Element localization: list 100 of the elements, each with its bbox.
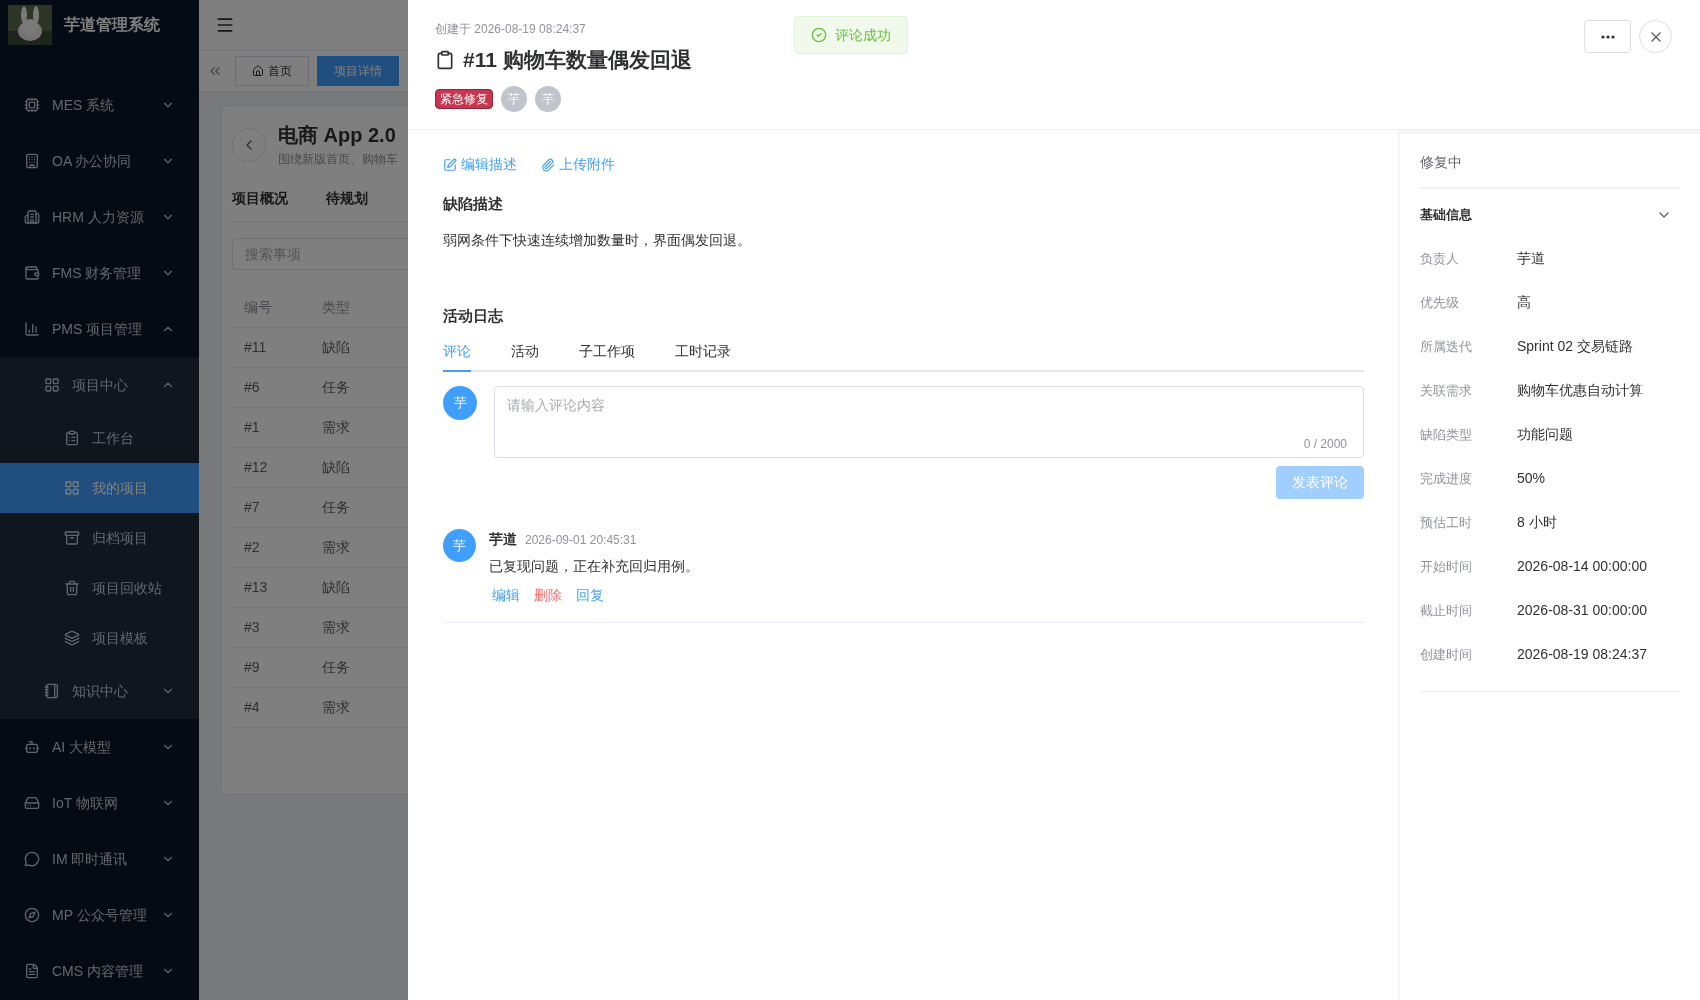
- comment-action-link[interactable]: 回复: [576, 585, 604, 606]
- table-cell-text: 任务: [322, 498, 350, 517]
- section-heading: 缺陷描述: [443, 194, 504, 214]
- menu-item[interactable]: HRM 人力资源: [0, 189, 199, 245]
- field-label: 负责人: [1420, 249, 1460, 268]
- field-label: 完成进度: [1420, 469, 1473, 488]
- char-counter: 0 / 2000: [1303, 436, 1347, 453]
- table-cell-text: #9: [243, 658, 261, 677]
- table-cell-text: 需求: [322, 698, 350, 717]
- activity-tab[interactable]: 评论: [443, 341, 471, 372]
- table-cell-text: #6: [243, 378, 261, 397]
- robot-icon: [24, 739, 40, 755]
- table-cell-text: #12: [243, 458, 269, 477]
- chip-icon: [24, 97, 40, 113]
- avatar: 芋: [501, 85, 527, 112]
- menu-item[interactable]: AI 大模型: [0, 719, 199, 775]
- project-tab[interactable]: 项目概况: [232, 188, 288, 209]
- archive-icon: [64, 530, 80, 546]
- document-icon: [24, 963, 40, 979]
- table-cell-text: 任务: [322, 658, 350, 677]
- field-value: 高: [1517, 293, 1531, 312]
- menu-leaf-item[interactable]: 我的项目: [0, 463, 199, 513]
- table-cell-text: 需求: [322, 538, 350, 557]
- drive-icon: [24, 795, 40, 811]
- field-value: 2026-08-14 00:00:00: [1517, 557, 1647, 576]
- avatar: 芋: [443, 529, 476, 562]
- menu-item[interactable]: MP 公众号管理: [0, 887, 199, 943]
- section-toggle[interactable]: 基础信息: [1420, 205, 1680, 225]
- tray-icon: [64, 630, 80, 646]
- table-cell-text: #4: [243, 698, 261, 717]
- priority-tag: 紧急修复: [435, 88, 493, 109]
- status-label: 修复中: [1420, 152, 1680, 189]
- table-cell-text: 缺陷: [322, 458, 350, 477]
- action-link[interactable]: 上传附件: [541, 154, 615, 175]
- success-toast: 评论成功: [794, 16, 908, 54]
- building-icon: [24, 209, 40, 225]
- menu-leaf-item[interactable]: 项目模板: [0, 613, 199, 663]
- field-label: 预估工时: [1420, 513, 1473, 532]
- more-button[interactable]: [1584, 20, 1631, 53]
- section-heading: 活动日志: [443, 305, 504, 326]
- menu-icon[interactable]: [215, 15, 235, 35]
- comment-action-link[interactable]: 删除: [534, 585, 562, 606]
- menu-item[interactable]: CMS 内容管理: [0, 943, 199, 999]
- submenu-item[interactable]: 知识中心: [0, 663, 199, 719]
- clipboard-icon: [64, 430, 80, 446]
- table-cell-text: 任务: [322, 378, 350, 397]
- field-value: Sprint 02 交易链路: [1517, 337, 1633, 356]
- avatar: 芋: [443, 386, 477, 420]
- grid-icon: [44, 377, 60, 393]
- field-label: 开始时间: [1420, 557, 1473, 576]
- home-icon: [252, 65, 264, 77]
- field-label: 创建时间: [1420, 645, 1473, 664]
- table-cell-text: #1: [243, 418, 261, 437]
- table-cell-text: #3: [243, 618, 261, 637]
- comment-text: 已复现问题，正在补充回归用例。: [489, 557, 699, 576]
- table-cell-text: #2: [243, 538, 261, 557]
- action-link[interactable]: 编辑描述: [443, 154, 517, 175]
- page-tab[interactable]: 项目详情: [317, 56, 399, 86]
- comment-action-link[interactable]: 编辑: [492, 585, 520, 606]
- menu-leaf-item[interactable]: 工作台: [0, 413, 199, 463]
- table-cell-text: #11: [243, 338, 268, 357]
- menu-item[interactable]: PMS 项目管理: [0, 301, 199, 357]
- menu-leaf-item[interactable]: 归档项目: [0, 513, 199, 563]
- menu-item[interactable]: FMS 财务管理: [0, 245, 199, 301]
- chat-icon: [24, 851, 40, 867]
- activity-tab[interactable]: 工时记录: [675, 341, 731, 370]
- check-icon: [811, 27, 827, 43]
- table-cell-text: #7: [243, 498, 261, 517]
- menu-item[interactable]: IM 即时通讯: [0, 831, 199, 887]
- created-time: 创建于 2026-08-19 08:24:37: [435, 21, 586, 38]
- menu-item[interactable]: OA 办公协同: [0, 133, 199, 189]
- table-cell-text: 缺陷: [322, 338, 350, 357]
- field-label: 优先级: [1420, 293, 1460, 312]
- more-icon: [1600, 34, 1615, 39]
- field-label: 关联需求: [1420, 381, 1473, 400]
- menu-item[interactable]: MES 系统: [0, 77, 199, 133]
- table-cell-text: #13: [243, 578, 269, 597]
- field-value: 50%: [1517, 469, 1546, 488]
- table-cell-text: 缺陷: [322, 578, 350, 597]
- table-cell-text: 需求: [322, 618, 350, 637]
- activity-tab[interactable]: 子工作项: [579, 341, 635, 370]
- comment-input[interactable]: 请输入评论内容 0 / 2000: [494, 386, 1364, 458]
- project-tab[interactable]: 待规划: [326, 188, 368, 209]
- trash-icon: [64, 580, 80, 596]
- field-value: 芋道: [1517, 249, 1545, 268]
- field-value: 功能问题: [1517, 425, 1573, 444]
- project-title: 电商 App 2.0: [278, 123, 397, 148]
- menu-leaf-item[interactable]: 项目回收站: [0, 563, 199, 613]
- page-tab[interactable]: 首页: [235, 56, 309, 86]
- compass-icon: [24, 907, 40, 923]
- field-value: 2026-08-19 08:24:37: [1517, 645, 1647, 664]
- submenu-item[interactable]: 项目中心: [0, 357, 199, 413]
- avatar: 芋: [535, 85, 561, 112]
- menu-item[interactable]: IoT 物联网: [0, 775, 199, 831]
- activity-tab[interactable]: 活动: [511, 341, 539, 370]
- brand-title: 芋道管理系统: [64, 15, 160, 35]
- building-icon: [24, 153, 40, 169]
- clipboard-icon: [435, 49, 455, 70]
- wallet-icon: [24, 265, 40, 281]
- field-value: 2026-08-31 00:00:00: [1517, 601, 1647, 620]
